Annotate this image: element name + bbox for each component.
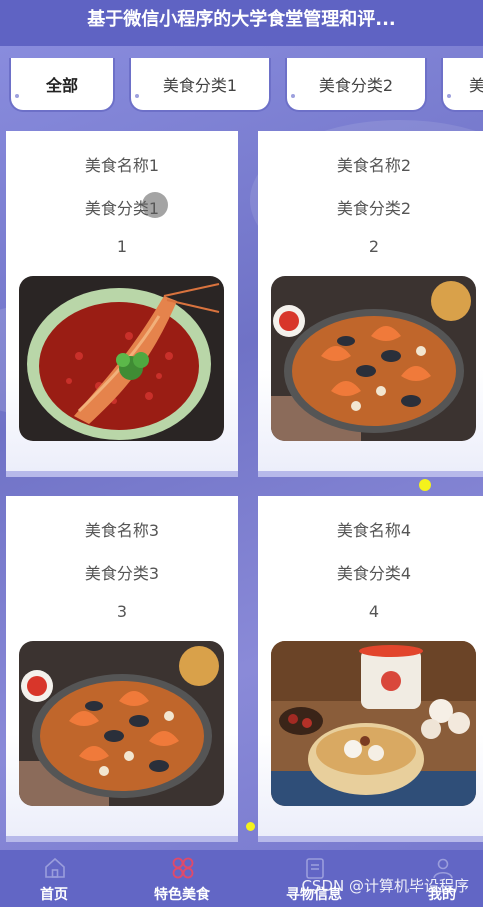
food-category: 美食分类1 xyxy=(84,199,160,218)
food-card[interactable]: 美食名称3 美食分类3 3 xyxy=(6,496,238,842)
home-icon xyxy=(45,857,65,878)
seafood-paella-image xyxy=(271,276,476,441)
touch-indicator xyxy=(142,192,168,218)
tab-dot xyxy=(15,94,19,98)
food-card[interactable]: 美食名称4 美食分类4 4 xyxy=(258,496,483,842)
tab-label: 美食 xyxy=(469,76,483,95)
page-title: 基于微信小程序的大学食堂管理和评... xyxy=(87,9,396,30)
tab-all[interactable]: 全部 xyxy=(9,58,115,112)
card-shadow-bar xyxy=(6,836,238,842)
food-name: 美食名称1 xyxy=(84,156,160,175)
decoration-dot xyxy=(246,822,255,831)
tabbar-item-featured[interactable]: 特色美食 xyxy=(132,850,232,907)
food-card[interactable]: 美食名称2 美食分类2 2 xyxy=(258,131,483,477)
tab-label: 美食分类1 xyxy=(162,76,238,95)
food-name: 美食名称4 xyxy=(336,521,412,540)
card-shadow-bar xyxy=(6,471,238,477)
seafood-paella-image xyxy=(19,641,224,806)
watermark-text: CSDN @计算机毕设程序 xyxy=(301,877,469,895)
tabbar-label: 首页 xyxy=(40,887,68,903)
food-name: 美食名称2 xyxy=(336,156,412,175)
tab-category-2[interactable]: 美食分类2 xyxy=(285,58,427,112)
flower-icon xyxy=(172,857,194,879)
card-shadow-bar xyxy=(258,471,483,477)
food-number: 4 xyxy=(368,602,380,621)
food-name: 美食名称3 xyxy=(84,521,160,540)
food-number: 2 xyxy=(368,237,380,256)
tab-dot xyxy=(135,94,139,98)
tab-category-1[interactable]: 美食分类1 xyxy=(129,58,271,112)
food-card[interactable]: 美食名称1 美食分类1 1 xyxy=(6,131,238,477)
tab-category-3[interactable]: 美食 xyxy=(441,58,483,112)
food-number: 3 xyxy=(116,602,128,621)
tabbar-item-home[interactable]: 首页 xyxy=(4,850,104,907)
crayfish-dish-image xyxy=(19,276,224,441)
food-category: 美食分类2 xyxy=(336,199,412,218)
tab-dot xyxy=(291,94,295,98)
tab-label: 美食分类2 xyxy=(318,76,394,95)
card-shadow-bar xyxy=(258,836,483,842)
tab-dot xyxy=(447,94,451,98)
category-tabs: 全部 美食分类1 美食分类2 美食 xyxy=(0,58,483,114)
food-category: 美食分类3 xyxy=(84,564,160,583)
decoration-dot xyxy=(419,479,431,491)
food-category: 美食分类4 xyxy=(336,564,412,583)
app-header: 基于微信小程序的大学食堂管理和评... xyxy=(0,0,483,46)
tabbar-label: 特色美食 xyxy=(154,887,210,903)
tab-label: 全部 xyxy=(45,76,78,95)
food-number: 1 xyxy=(116,237,128,256)
soup-bowl-image xyxy=(271,641,476,806)
